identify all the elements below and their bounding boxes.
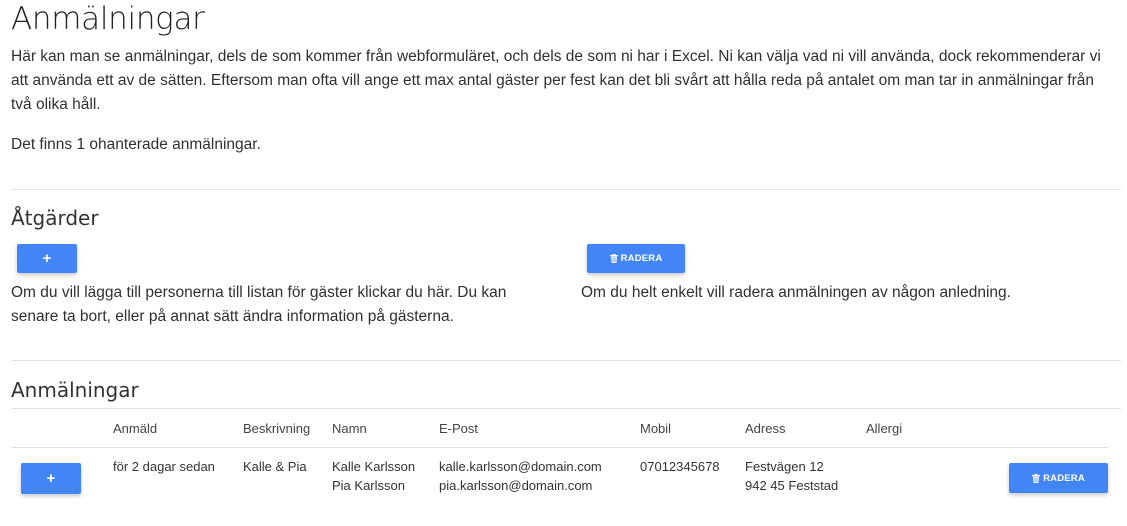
row-delete-button[interactable]: RADERA <box>1009 463 1108 493</box>
row-add-button[interactable]: + <box>21 463 81 494</box>
divider <box>11 189 1121 190</box>
address-line: Festvägen 12 <box>745 459 824 474</box>
column-header-mobile: Mobil <box>640 409 745 448</box>
plus-icon: + <box>46 470 56 487</box>
delete-label: RADERA <box>1043 472 1085 484</box>
cell-registered: för 2 dagar sedan <box>113 459 215 474</box>
cell-description: Kalle & Pia <box>243 459 307 474</box>
column-header-delete <box>976 409 1108 448</box>
cell-emails: kalle.karlsson@domain.com pia.karlsson@d… <box>439 448 640 508</box>
add-to-guests-button[interactable]: + <box>17 244 77 273</box>
column-header-allergy: Allergi <box>866 409 976 448</box>
trash-icon <box>1032 473 1041 483</box>
cell-delete: RADERA <box>976 448 1108 508</box>
name-line: Pia Karlsson <box>332 478 405 493</box>
cell-add: + <box>11 448 113 508</box>
column-header-actions <box>11 409 113 448</box>
registrations-heading: Anmälningar <box>11 378 139 402</box>
intro-text: Här kan man se anmälningar, dels de som … <box>11 48 1101 113</box>
actions-heading: Åtgärder <box>11 206 99 230</box>
add-description: Om du vill lägga till personerna till li… <box>11 284 507 325</box>
column-header-description: Beskrivning <box>243 409 332 448</box>
plus-icon: + <box>42 250 52 267</box>
table-header-row: Anmäld Beskrivning Namn E-Post Mobil Adr… <box>11 409 1108 448</box>
delete-label: RADERA <box>620 253 663 264</box>
column-header-address: Adress <box>745 409 866 448</box>
column-header-name: Namn <box>332 409 439 448</box>
address-line: 942 45 Feststad <box>745 478 839 493</box>
delete-registration-button[interactable]: RADERA <box>587 244 685 273</box>
email-line: pia.karlsson@domain.com <box>439 478 593 493</box>
divider <box>11 360 1121 361</box>
cell-names: Kalle Karlsson Pia Karlsson <box>332 448 439 508</box>
delete-description: Om du helt enkelt vill radera anmälninge… <box>581 284 1011 301</box>
name-line: Kalle Karlsson <box>332 459 416 474</box>
cell-mobile: 07012345678 <box>640 459 720 474</box>
trash-icon <box>609 254 618 263</box>
unhandled-count: Det finns 1 ohanterade anmälningar. <box>11 136 261 153</box>
page-title: Anmälningar <box>11 1 205 37</box>
email-line: kalle.karlsson@domain.com <box>439 459 602 474</box>
column-header-registered: Anmäld <box>113 409 243 448</box>
cell-address: Festvägen 12 942 45 Feststad <box>745 448 866 508</box>
cell-allergy <box>866 448 976 508</box>
table-row: + för 2 dagar sedan Kalle & Pia Kalle Ka… <box>11 448 1108 508</box>
registrations-table: Anmäld Beskrivning Namn E-Post Mobil Adr… <box>11 409 1108 507</box>
column-header-email: E-Post <box>439 409 640 448</box>
